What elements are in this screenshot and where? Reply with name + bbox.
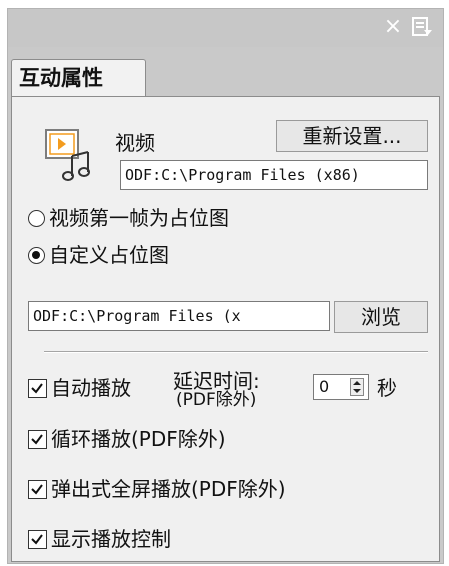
close-icon[interactable]: × <box>381 15 405 39</box>
radio-first-frame[interactable] <box>28 210 45 227</box>
show-controls-label[interactable]: 显示播放控制 <box>51 527 171 551</box>
checkmark-icon <box>31 383 43 394</box>
delay-stepper[interactable]: 0 <box>313 374 369 400</box>
autoplay-checkbox[interactable] <box>28 379 47 398</box>
autoplay-label[interactable]: 自动播放 <box>51 376 131 400</box>
divider <box>44 351 428 353</box>
radio-custom-placeholder[interactable] <box>28 247 45 264</box>
video-path-field[interactable]: ODF:C:\Program Files (x86) <box>120 160 428 190</box>
show-controls-checkbox[interactable] <box>28 530 47 549</box>
panel-menu-icon[interactable] <box>411 16 433 38</box>
radio-custom-placeholder-label[interactable]: 自定义占位图 <box>49 243 169 267</box>
delay-unit: 秒 <box>377 376 397 400</box>
checkmark-icon <box>31 534 43 545</box>
stepper-arrows-icon[interactable] <box>350 378 364 396</box>
browse-button[interactable]: 浏览 <box>334 301 428 333</box>
reset-button[interactable]: 重新设置... <box>276 120 428 152</box>
delay-note: (PDF除外) <box>176 390 257 410</box>
placeholder-path-field[interactable]: ODF:C:\Program Files (x <box>28 301 330 331</box>
checkmark-icon <box>31 484 43 495</box>
popup-fullscreen-checkbox[interactable] <box>28 480 47 499</box>
interactive-properties-panel: × 互动属性 视频 重新设置... ODF:C:\Program Files (… <box>7 8 444 564</box>
checkmark-icon <box>31 434 43 445</box>
delay-value[interactable]: 0 <box>319 376 329 398</box>
radio-first-frame-label[interactable]: 视频第一帧为占位图 <box>49 206 229 230</box>
properties-content: 视频 重新设置... ODF:C:\Program Files (x86) 视频… <box>11 96 440 562</box>
video-file-icon <box>45 129 90 181</box>
tab-interactive-properties[interactable]: 互动属性 <box>11 59 146 97</box>
loop-checkbox[interactable] <box>28 430 47 449</box>
video-label: 视频 <box>115 131 155 155</box>
panel-titlebar: × <box>8 9 443 47</box>
loop-label[interactable]: 循环播放(PDF除外) <box>51 427 226 451</box>
popup-fullscreen-label[interactable]: 弹出式全屏播放(PDF除外) <box>51 477 286 501</box>
